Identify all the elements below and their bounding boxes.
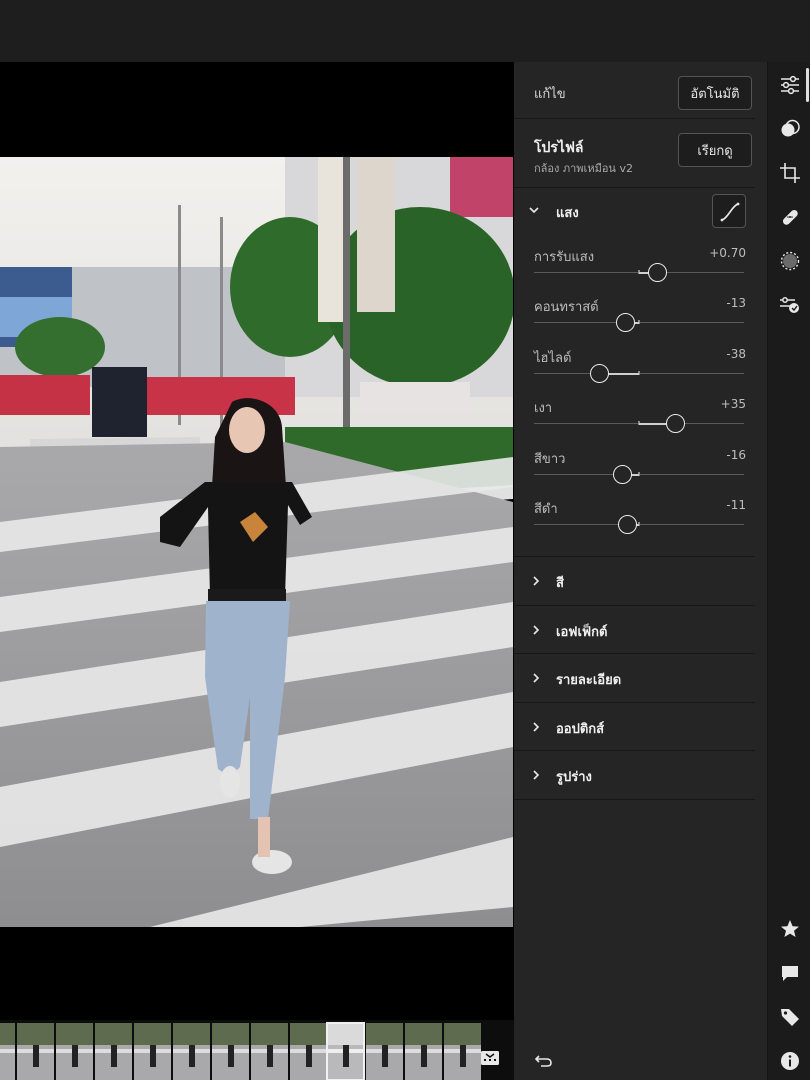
slider-value: -38 <box>726 347 746 361</box>
blacks-slider[interactable]: สีดำ -11 <box>514 498 755 548</box>
chevron-right-icon <box>533 722 540 732</box>
optics-section-header[interactable]: ออปติกส์ <box>514 702 755 751</box>
whites-slider[interactable]: สีขาว -16 <box>514 448 755 498</box>
section-label: ออปติกส์ <box>556 722 605 737</box>
filmstrip-menu-icon[interactable] <box>480 1047 500 1069</box>
section-label: รูปร่าง <box>556 770 592 785</box>
section-label: รายละเอียด <box>556 673 622 688</box>
slider-knob[interactable] <box>589 364 609 383</box>
filmstrip-thumb[interactable] <box>366 1023 403 1080</box>
slider-knob[interactable] <box>666 414 686 433</box>
filmstrip-thumb[interactable] <box>444 1023 481 1080</box>
panel-header: แก้ไข อัตโนมัติ <box>514 62 755 119</box>
slider-label: เงา <box>534 401 553 416</box>
filmstrip-thumb[interactable] <box>251 1023 288 1080</box>
slider-label: คอนทราสต์ <box>534 300 599 315</box>
slider-track[interactable] <box>534 515 744 534</box>
tool-rail <box>767 62 810 1080</box>
slider-label: สีขาว <box>534 452 566 467</box>
slider-value: -11 <box>726 498 746 512</box>
filmstrip <box>0 1020 514 1080</box>
chevron-right-icon <box>533 576 540 586</box>
light-section-header[interactable]: แสง <box>514 189 755 233</box>
chevron-right-icon <box>533 673 540 683</box>
slider-track[interactable] <box>534 364 744 383</box>
exposure-slider[interactable]: การรับแสง +0.70 <box>514 246 755 296</box>
slider-knob[interactable] <box>615 313 635 332</box>
chevron-down-icon <box>529 207 539 214</box>
slider-label: ไฮไลต์ <box>534 351 572 366</box>
slider-value: -13 <box>726 296 746 310</box>
mask-icon[interactable] <box>779 250 801 272</box>
section-label: เอฟเฟ็กต์ <box>556 625 608 640</box>
slider-track[interactable] <box>534 313 744 332</box>
slider-knob[interactable] <box>648 263 668 282</box>
filmstrip-thumb[interactable] <box>17 1023 54 1080</box>
filmstrip-thumb-active[interactable] <box>326 1022 365 1080</box>
crop-icon[interactable] <box>779 162 801 184</box>
healing-icon[interactable] <box>779 206 801 228</box>
filmstrip-thumb[interactable] <box>56 1023 93 1080</box>
tone-curve-button[interactable] <box>712 194 746 228</box>
profile-name: กล้อง ภาพเหมือน v2 <box>534 162 633 175</box>
sliders-icon[interactable] <box>779 74 801 96</box>
browse-profiles-button[interactable]: เรียกดู <box>678 133 752 167</box>
geometry-section-header[interactable]: รูปร่าง <box>514 750 755 799</box>
slider-track[interactable] <box>534 263 744 282</box>
tag-icon[interactable] <box>779 1006 801 1028</box>
filmstrip-thumb[interactable] <box>405 1023 442 1080</box>
slider-value: +0.70 <box>709 246 746 260</box>
panel-title: แก้ไข <box>534 87 566 102</box>
star-icon[interactable] <box>779 918 801 940</box>
section-label: สี <box>556 576 564 591</box>
slider-knob[interactable] <box>612 465 632 484</box>
slider-track[interactable] <box>534 465 744 484</box>
comment-icon[interactable] <box>779 962 801 984</box>
highlights-slider[interactable]: ไฮไลต์ -38 <box>514 347 755 397</box>
divider <box>514 799 755 800</box>
slider-knob[interactable] <box>617 515 637 534</box>
slider-label: การรับแสง <box>534 250 595 265</box>
filmstrip-thumb[interactable] <box>290 1023 327 1080</box>
tone-curve-icon <box>720 202 740 222</box>
effects-section-header[interactable]: เอฟเฟ็กต์ <box>514 605 755 654</box>
chevron-right-icon <box>533 770 540 780</box>
profile-section: โปรไฟล์ กล้อง ภาพเหมือน v2 เรียกดู <box>514 120 755 188</box>
filmstrip-thumb[interactable] <box>0 1023 15 1080</box>
photo-canvas[interactable] <box>0 62 514 1020</box>
presets-icon[interactable] <box>779 294 801 316</box>
chevron-right-icon <box>533 625 540 635</box>
filmstrip-thumb[interactable] <box>212 1023 249 1080</box>
slider-value: +35 <box>720 397 746 411</box>
photo <box>0 157 513 927</box>
shadows-slider[interactable]: เงา +35 <box>514 397 755 447</box>
slider-track[interactable] <box>534 414 744 433</box>
color-section-header[interactable]: สี <box>514 556 755 605</box>
filmstrip-thumb[interactable] <box>173 1023 210 1080</box>
detail-section-header[interactable]: รายละเอียด <box>514 653 755 702</box>
slider-value: -16 <box>726 448 746 462</box>
contrast-slider[interactable]: คอนทราสต์ -13 <box>514 296 755 346</box>
profile-label: โปรไฟล์ <box>534 140 584 156</box>
top-bar <box>0 0 810 62</box>
filmstrip-thumb[interactable] <box>134 1023 171 1080</box>
auto-button[interactable]: อัตโนมัติ <box>678 76 752 110</box>
slider-label: สีดำ <box>534 502 558 517</box>
edit-panel: แก้ไข อัตโนมัติ โปรไฟล์ กล้อง ภาพเหมือน … <box>514 62 767 1080</box>
color-mix-icon[interactable] <box>779 118 801 140</box>
light-section-label: แสง <box>556 206 579 221</box>
info-icon[interactable] <box>779 1050 801 1072</box>
filmstrip-thumb[interactable] <box>95 1023 132 1080</box>
undo-icon[interactable] <box>535 1053 553 1069</box>
active-tool-indicator <box>806 68 809 102</box>
